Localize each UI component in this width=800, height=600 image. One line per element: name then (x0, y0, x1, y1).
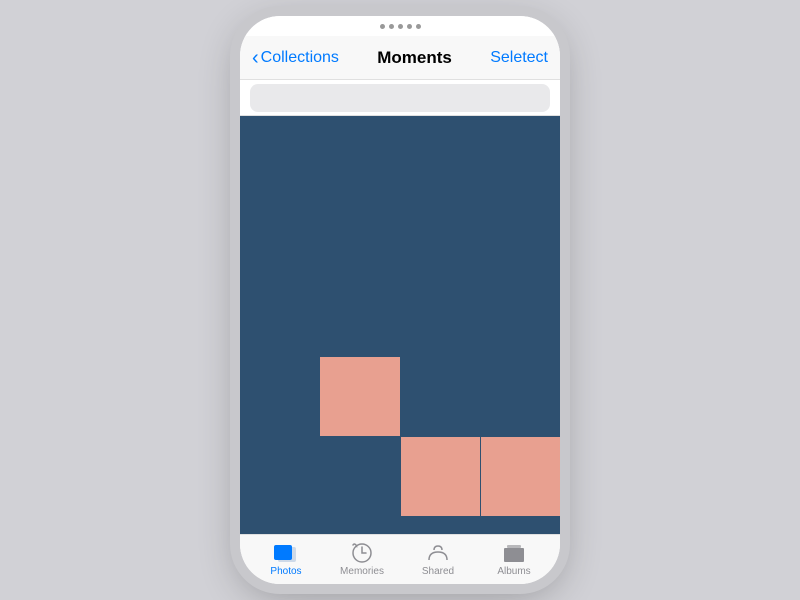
memories-tab-label: Memories (340, 566, 384, 577)
status-dot (407, 24, 412, 29)
photo-cell[interactable] (401, 437, 480, 516)
photo-cell[interactable] (320, 116, 399, 195)
photo-cell[interactable] (401, 196, 480, 275)
memories-tab-icon (349, 542, 375, 564)
photo-cell[interactable] (401, 357, 480, 436)
shared-tab-icon (425, 542, 451, 564)
photo-cell[interactable] (481, 517, 560, 534)
photo-cell[interactable] (320, 277, 399, 356)
photo-cell[interactable] (481, 116, 560, 195)
photo-cell[interactable] (320, 196, 399, 275)
back-button[interactable]: ‹ Collections (252, 48, 339, 68)
photo-cell[interactable] (240, 277, 319, 356)
back-label: Collections (261, 49, 339, 67)
tab-shared[interactable]: Shared (400, 542, 476, 577)
status-dots (380, 24, 421, 29)
nav-title: Moments (377, 48, 452, 68)
photo-cell[interactable] (240, 116, 319, 195)
status-dot (389, 24, 394, 29)
tab-photos[interactable]: Photos (248, 542, 324, 577)
status-dot (416, 24, 421, 29)
nav-bar: ‹ Collections Moments Seletect (240, 36, 560, 80)
tab-albums[interactable]: Albums (476, 542, 552, 577)
phone-frame: ‹ Collections Moments Seletect Photos (240, 16, 560, 584)
photo-cell[interactable] (320, 437, 399, 516)
back-chevron-icon: ‹ (252, 48, 259, 68)
shared-tab-label: Shared (422, 566, 454, 577)
photo-cell[interactable] (481, 437, 560, 516)
photo-cell[interactable] (320, 357, 399, 436)
status-dot (398, 24, 403, 29)
photo-cell[interactable] (481, 277, 560, 356)
photo-cell[interactable] (320, 517, 399, 534)
photo-cell[interactable] (481, 196, 560, 275)
photo-cell[interactable] (401, 517, 480, 534)
select-button[interactable]: Seletect (490, 49, 548, 67)
search-bar (240, 80, 560, 116)
status-bar (240, 16, 560, 36)
photos-tab-label: Photos (270, 566, 301, 577)
photo-cell[interactable] (240, 357, 319, 436)
photo-cell[interactable] (401, 116, 480, 195)
albums-tab-icon (501, 542, 527, 564)
tab-memories[interactable]: Memories (324, 542, 400, 577)
photos-tab-icon (273, 542, 299, 564)
tab-bar: Photos Memories Shared (240, 534, 560, 584)
status-dot (380, 24, 385, 29)
photo-grid (240, 116, 560, 534)
photo-cell[interactable] (240, 437, 319, 516)
photo-cell[interactable] (481, 357, 560, 436)
photo-cell[interactable] (240, 196, 319, 275)
photo-cell[interactable] (240, 517, 319, 534)
search-input[interactable] (250, 84, 550, 112)
albums-tab-label: Albums (497, 566, 530, 577)
photo-cell[interactable] (401, 277, 480, 356)
